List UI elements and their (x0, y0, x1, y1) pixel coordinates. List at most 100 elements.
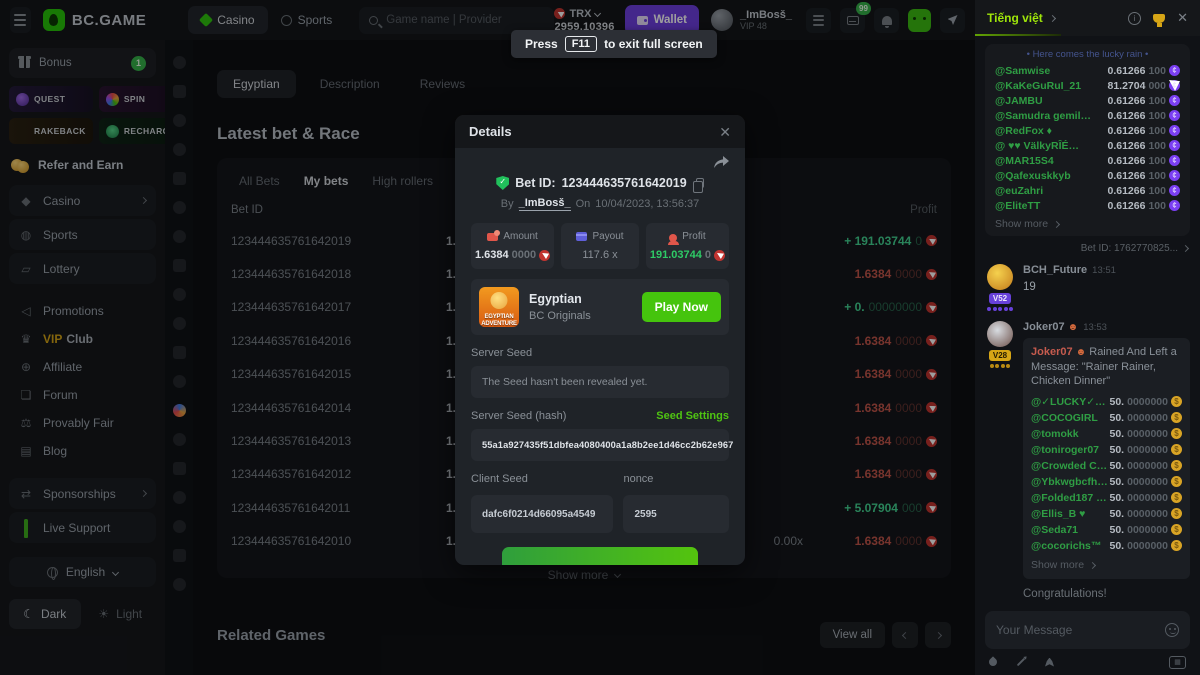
modal-header: Details ✕ (455, 115, 745, 148)
chat-username[interactable]: @tomokk (1031, 427, 1110, 441)
chat-username[interactable]: @MAR15S4 (995, 155, 1108, 167)
rocket-icon[interactable] (1045, 658, 1054, 667)
client-seed-label: Client Seed (471, 473, 613, 485)
rain-sender: Joker07 (1031, 346, 1073, 358)
message-time: 13:51 (1092, 265, 1116, 276)
play-now-button[interactable]: Play Now (642, 292, 721, 322)
bc-game-app: BC.GAME Casino Sports TRX 2959.10396 Wal… (0, 0, 1200, 675)
coin-icon (1169, 95, 1180, 106)
coin-icon (1171, 460, 1182, 471)
avatar[interactable] (987, 264, 1013, 290)
coin-icon (1169, 155, 1180, 166)
game-row: EGYPTIAN ADVENTURE Egyptian BC Originals… (471, 279, 729, 335)
chat-username[interactable]: @Samwise (995, 65, 1108, 77)
chat-language-tab[interactable]: Tiếng việt (987, 11, 1043, 25)
draw-icon[interactable] (1017, 658, 1025, 666)
chat-header: Tiếng việt i ✕ (975, 0, 1200, 36)
stat-payout: Payout 117.6 x (561, 223, 639, 269)
clown-emoji: ☻ (1076, 347, 1087, 358)
close-icon[interactable]: ✕ (1177, 10, 1188, 26)
server-seed-field[interactable]: The Seed hasn't been revealed yet. (471, 366, 729, 398)
verify-button[interactable] (502, 547, 698, 565)
trx-coin-icon (714, 250, 725, 261)
bet-id-line: Bet ID: 123444635761642019 (471, 176, 729, 190)
bet-datetime: 10/04/2023, 13:56:37 (595, 198, 699, 210)
rain-recipient-row: @JAMBU 0.61266100 (995, 93, 1180, 108)
gif-icon[interactable] (1169, 656, 1186, 669)
rain-recipient-row: @✓LUCKY✓GIRL✓ 50.0000000 (1031, 394, 1182, 409)
rain-recipient-row: @Qafexuskkyb 0.61266100 (995, 168, 1180, 183)
rain-show-more-button[interactable]: Show more (1031, 558, 1182, 572)
chat-message-input[interactable] (996, 623, 1165, 637)
chat-username[interactable]: @Samudra gemil… (995, 110, 1108, 122)
nonce-field[interactable]: 2595 (623, 495, 729, 533)
coin-icon (1171, 540, 1182, 551)
emoji-icon[interactable] (1165, 623, 1179, 637)
close-icon[interactable]: ✕ (719, 125, 731, 139)
trx-coin-icon (539, 250, 550, 261)
rain-message-card: • Here comes the lucky rain • @Samwise 0… (985, 44, 1190, 236)
rain-recipient-row: @COCOGIRL 50.0000000 (1031, 410, 1182, 425)
bet-user-link[interactable]: _ImBosš_ (519, 197, 571, 211)
rain-recipient-list: @✓LUCKY✓GIRL✓ 50.0000000 @COCOGIRL 50.00… (1031, 394, 1182, 553)
chat-username[interactable]: @cocorichs™ (1031, 539, 1110, 553)
clown-emoji: ☻ (1068, 322, 1079, 333)
chat-message: V52 BCH_Future13:51 19 (985, 264, 1190, 311)
chat-username[interactable]: Joker07 (1023, 321, 1065, 333)
seed-settings-link[interactable]: Seed Settings (656, 410, 729, 422)
rain-recipient-row: @Seda71 50.0000000 (1031, 522, 1182, 537)
rain-feature-icon[interactable] (987, 656, 998, 667)
coin-icon (1169, 140, 1180, 151)
client-seed-field[interactable]: dafc6f0214d66095a4549 (471, 495, 613, 533)
chat-username[interactable]: @✓LUCKY✓GIRL✓ (1031, 395, 1110, 409)
copy-icon[interactable] (696, 178, 704, 188)
medals-icons (987, 307, 1013, 311)
rain-recipient-row: @Crowded Calm… 50.0000000 (1031, 458, 1182, 473)
chat-username[interactable]: @Ybkwgbcfhwb (1031, 475, 1110, 489)
chat-message-list[interactable]: • Here comes the lucky rain • @Samwise 0… (975, 36, 1200, 603)
chat-username[interactable]: @KaKeGuRuI_21 (995, 80, 1108, 92)
medals-icons (990, 364, 1011, 368)
info-icon[interactable]: i (1128, 12, 1141, 25)
chat-message: V28 Joker07 ☻13:53 Joker07 ☻ Rained And … (985, 321, 1190, 579)
rain-show-more-button[interactable]: Show more (995, 218, 1180, 230)
server-seed-hash-field[interactable]: 55a1a927435f51dbfea4080400a1a8b2ee1d46cc… (471, 429, 729, 461)
coin-icon (1169, 185, 1180, 196)
chevron-right-icon (1053, 220, 1060, 227)
chevron-right-icon[interactable] (1049, 14, 1056, 21)
rain-recipient-row: @tomokk 50.0000000 (1031, 426, 1182, 441)
rain-recipient-row: @MAR15S4 0.61266100 (995, 153, 1180, 168)
chevron-right-icon (1089, 561, 1096, 568)
rain-recipient-row: @ ♥♥ VälkyRÎÉ… 0.61266100 (995, 138, 1180, 153)
rain-recipient-row: @EliteTT 0.61266100 (995, 198, 1180, 213)
rain-bet-id-link[interactable]: Bet ID: 1762770825... (987, 243, 1188, 254)
chat-username[interactable]: @Ellis_B ♥ (1031, 507, 1110, 521)
modal-body: Bet ID: 123444635761642019 By _ImBosš_ O… (455, 148, 745, 565)
chat-username[interactable]: @Folded187 … (1031, 491, 1110, 505)
coin-icon (1169, 80, 1180, 91)
chat-username[interactable]: @JAMBU (995, 95, 1108, 107)
vip-badge: V28 (989, 350, 1011, 361)
chat-username[interactable]: @Crowded Calm… (1031, 459, 1110, 473)
trophy-icon[interactable] (1153, 14, 1165, 23)
rain-recipient-row: @Samwise 0.61266100 (995, 63, 1180, 78)
chat-username[interactable]: @COCOGIRL (1031, 411, 1110, 425)
chat-username[interactable]: @euZahri (995, 185, 1108, 197)
game-thumbnail[interactable]: EGYPTIAN ADVENTURE (479, 287, 519, 327)
coin-icon (1169, 65, 1180, 76)
avatar[interactable] (987, 321, 1013, 347)
rain-message-bubble: Joker07 ☻ Rained And Left a Message: "Ra… (1023, 338, 1190, 579)
stat-profit: Profit 191.037440 (646, 223, 729, 269)
chat-username[interactable]: BCH_Future (1023, 264, 1087, 276)
chat-username[interactable]: @toniroger07 (1031, 443, 1110, 457)
rain-recipient-list: @Samwise 0.61266100 @KaKeGuRuI_21 81.270… (995, 63, 1180, 213)
chat-username[interactable]: @Seda71 (1031, 523, 1110, 537)
chat-username[interactable]: @EliteTT (995, 200, 1108, 212)
chat-input-box[interactable] (985, 611, 1190, 649)
share-button[interactable] (471, 156, 729, 172)
chat-username[interactable]: @RedFox ♦ (995, 125, 1108, 137)
coin-icon (1169, 200, 1180, 211)
chat-username[interactable]: @ ♥♥ VälkyRÎÉ… (995, 140, 1108, 152)
vip-badge: V52 (989, 293, 1011, 304)
chat-username[interactable]: @Qafexuskkyb (995, 170, 1108, 182)
